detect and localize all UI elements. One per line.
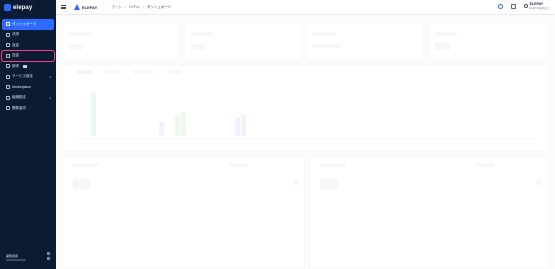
settings-icon[interactable]	[47, 252, 50, 255]
beta-badge: β	[23, 64, 28, 68]
chevron-down-icon: ▾	[49, 95, 51, 100]
sidebar-item-billing[interactable]: 請求 β	[2, 61, 54, 72]
help-icon[interactable]	[497, 3, 503, 9]
chevron-down-icon: ▾	[49, 74, 51, 79]
sidebar-item-label: 開発者向	[12, 105, 26, 110]
sidebar-item-marketplace[interactable]: Marketplace	[2, 82, 54, 93]
sidebar-item-label: 組織設定	[12, 95, 26, 100]
download-icon[interactable]	[510, 3, 516, 9]
logo-text: elepay	[13, 4, 33, 11]
breadcrumb-app[interactable]: ElePay	[129, 5, 140, 10]
breadcrumb-current: ダッシュボード	[146, 4, 172, 9]
footer-placeholder	[6, 258, 26, 261]
marketplace-icon	[6, 85, 10, 90]
sidebar-item-label: 請求	[12, 63, 19, 68]
brand-logo-icon	[74, 4, 80, 10]
billing-icon	[6, 64, 10, 69]
hamburger-menu-icon[interactable]	[61, 4, 66, 10]
sidebar-item-label: サービス設定	[12, 74, 33, 79]
brand-name: ELEPAY	[82, 4, 98, 10]
sidebar-item-label: 決済	[12, 32, 19, 37]
account-menu[interactable]: ELEPAY ELEPAY株式会社	[523, 2, 549, 10]
sidebar-item-payments[interactable]: 決済	[2, 30, 54, 41]
sidebar-item-transfers[interactable]: 送金	[1, 49, 55, 62]
sidebar-nav: ダッシュボード 決済 返金 送金 請求 β サービス設定 ▾ Marketpla…	[1, 19, 55, 114]
account-sub: ELEPAY株式会社	[529, 7, 549, 10]
elepay-logo-icon	[4, 4, 11, 11]
breadcrumb: ホーム / ElePay / ダッシュボード	[111, 4, 172, 10]
header-brand: ELEPAY	[74, 4, 97, 10]
transfer-icon	[6, 53, 10, 58]
developer-icon	[6, 106, 10, 111]
footer-label: 開発者用	[6, 253, 19, 258]
service-settings-icon	[6, 74, 10, 79]
breadcrumb-home[interactable]: ホーム	[111, 5, 121, 10]
sidebar-item-developers[interactable]: 開発者向	[2, 103, 54, 114]
top-header: ELEPAY ホーム / ElePay / ダッシュボード ELEPAY ELE…	[56, 0, 555, 15]
org-settings-icon	[6, 95, 10, 100]
logout-icon[interactable]	[47, 257, 50, 260]
user-icon	[523, 4, 528, 8]
payment-icon	[6, 32, 10, 37]
sidebar-item-label: 送金	[12, 53, 19, 58]
sidebar-item-label: ダッシュボード	[12, 21, 37, 26]
sidebar-footer: 開発者用	[6, 253, 52, 261]
refund-icon	[6, 43, 10, 48]
dashboard-icon	[6, 22, 10, 27]
sidebar-item-service-settings[interactable]: サービス設定 ▾	[2, 72, 54, 83]
elepay-logo[interactable]: elepay	[4, 4, 32, 11]
sidebar: elepay ダッシュボード 決済 返金 送金 請求 β サービス設定 ▾ Ma…	[0, 0, 56, 269]
loading-overlay	[56, 15, 555, 269]
sidebar-item-label: 返金	[12, 42, 19, 47]
sidebar-item-org-settings[interactable]: 組織設定 ▾	[2, 93, 54, 104]
footer-icons	[47, 252, 50, 260]
sidebar-item-label: Marketplace	[12, 85, 32, 90]
sidebar-item-refunds[interactable]: 返金	[2, 40, 54, 51]
header-actions: ELEPAY ELEPAY株式会社	[497, 2, 549, 10]
sidebar-item-dashboard[interactable]: ダッシュボード	[2, 19, 54, 30]
